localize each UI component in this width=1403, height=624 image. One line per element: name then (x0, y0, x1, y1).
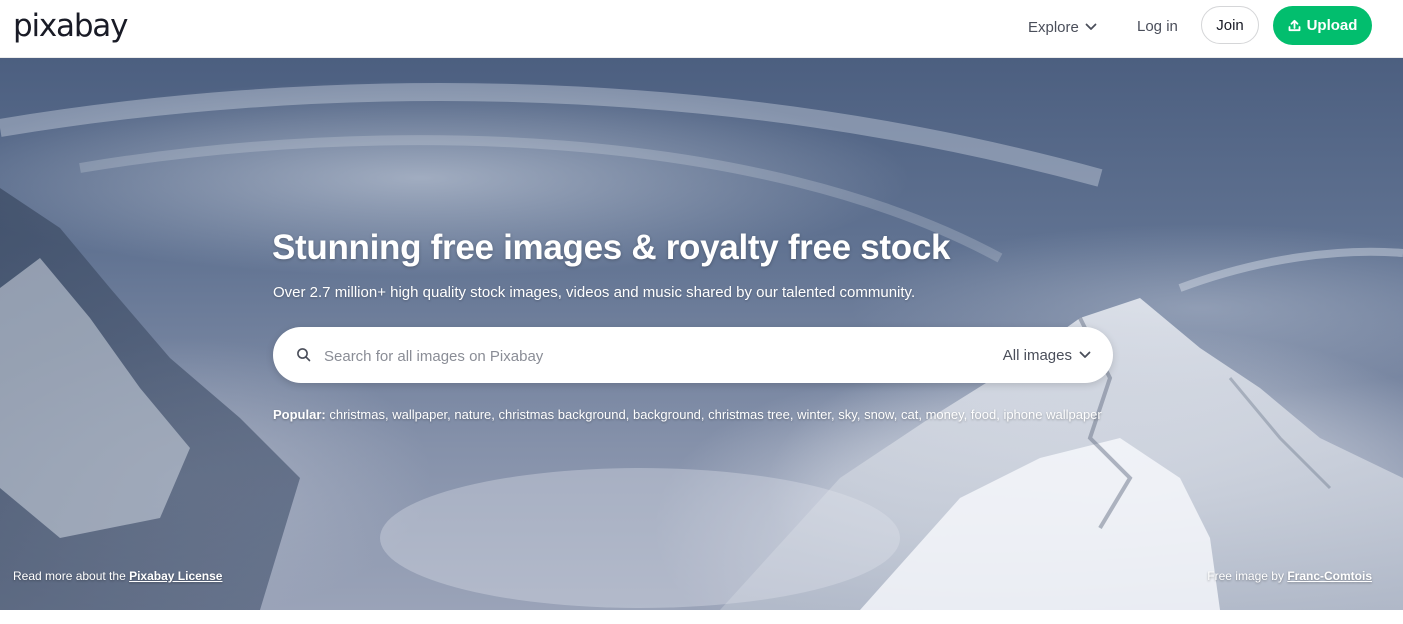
content-area-start (0, 610, 1403, 624)
explore-label: Explore (1028, 18, 1079, 36)
popular-tag-link[interactable]: christmas background (499, 407, 626, 422)
explore-menu[interactable]: Explore (1028, 16, 1097, 38)
popular-tag-link[interactable]: food (971, 407, 996, 422)
popular-label: Popular: (273, 407, 326, 422)
chevron-down-icon (1079, 351, 1091, 358)
image-type-selected: All images (1002, 346, 1072, 364)
popular-tag-link[interactable]: money (926, 407, 964, 422)
hero-subtitle: Over 2.7 million+ high quality stock ima… (273, 284, 916, 301)
join-label: Join (1216, 16, 1244, 34)
popular-tag-link[interactable]: nature (454, 407, 491, 422)
credit-prefix: Free image by (1207, 569, 1284, 583)
login-link[interactable]: Log in (1137, 16, 1178, 38)
popular-searches: Popular: christmas, wallpaper, nature, c… (273, 407, 1102, 422)
search-bar: All images (273, 327, 1113, 383)
popular-tag-link[interactable]: iphone wallpaper (1003, 407, 1101, 422)
popular-tag-link[interactable]: wallpaper (392, 407, 447, 422)
upload-label: Upload (1306, 17, 1358, 34)
popular-tag-link[interactable]: sky (838, 407, 857, 422)
license-note: Read more about the Pixabay License (13, 569, 222, 583)
author-link[interactable]: Franc-Comtois (1287, 569, 1372, 583)
pixabay-logo[interactable]: pixabay (13, 6, 128, 46)
page-title: Stunning free images & royalty free stoc… (272, 228, 951, 267)
chevron-down-icon (1085, 23, 1097, 30)
popular-tag-link[interactable]: christmas (329, 407, 385, 422)
popular-tag-link[interactable]: winter (797, 407, 831, 422)
search-icon (297, 348, 311, 362)
popular-tag-link[interactable]: snow (864, 407, 894, 422)
popular-tag-link[interactable]: background (633, 407, 701, 422)
image-credit: Free image by Franc-Comtois (1207, 569, 1372, 583)
popular-tag-link[interactable]: christmas tree (708, 407, 790, 422)
upload-button[interactable]: Upload (1273, 6, 1372, 45)
top-navigation-bar: pixabay Explore Log in Join Upload (0, 0, 1403, 58)
hero-banner: Stunning free images & royalty free stoc… (0, 58, 1403, 610)
upload-icon (1288, 19, 1300, 32)
image-type-dropdown[interactable]: All images (1003, 343, 1091, 367)
license-prefix: Read more about the (13, 569, 126, 583)
search-input[interactable] (322, 341, 926, 371)
pixabay-license-link[interactable]: Pixabay License (129, 569, 222, 583)
popular-tag-link[interactable]: cat (901, 407, 918, 422)
popular-tag-list: christmas, wallpaper, nature, christmas … (329, 407, 1102, 422)
join-button[interactable]: Join (1201, 6, 1259, 44)
